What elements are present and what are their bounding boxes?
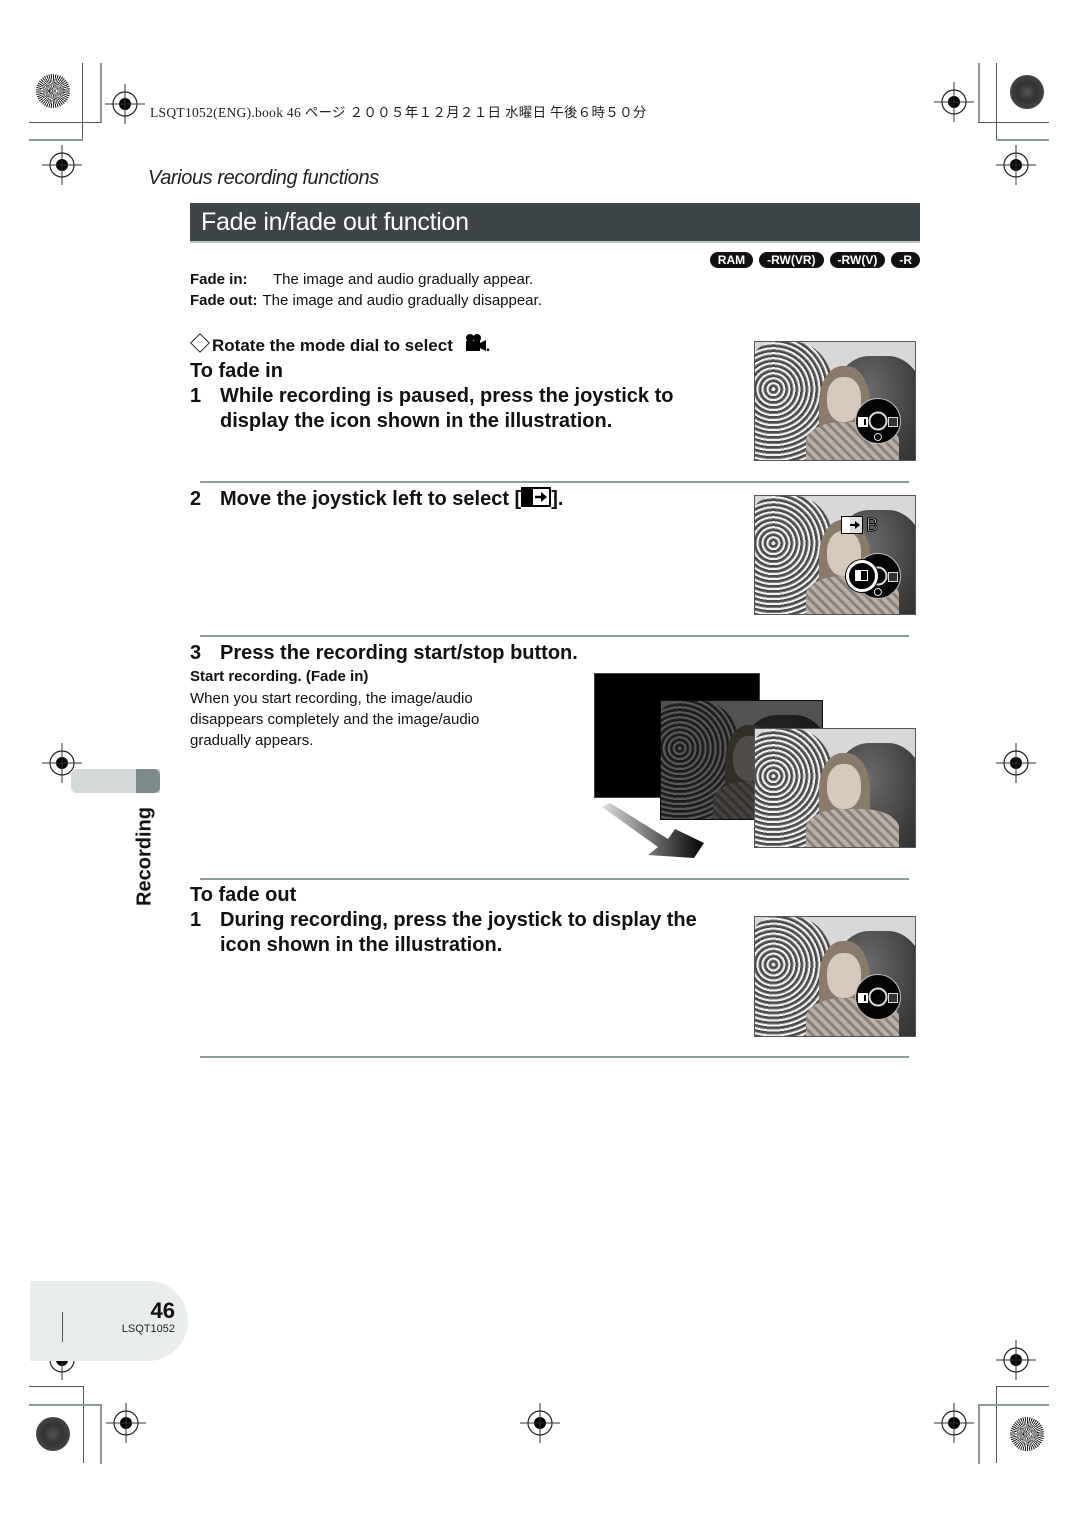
document-code: LSQT1052	[121, 1323, 175, 1335]
crop-mark	[996, 1386, 1049, 1387]
crosshair-icon	[902, 1393, 974, 1463]
selected-fade-highlight	[846, 560, 878, 592]
fade-in-step-1: 1 While recording is paused, press the j…	[190, 384, 710, 434]
step-text-end: ].	[551, 488, 564, 510]
period: .	[485, 336, 491, 355]
registration-target-icon	[36, 1417, 70, 1451]
crop-mark	[82, 63, 83, 140]
title-bar: Fade in/fade out function	[190, 203, 920, 243]
definition-text: The image and audio gradually appear.	[273, 271, 534, 288]
crop-mark	[100, 63, 102, 123]
arrow-icon	[602, 803, 704, 858]
crosshair-icon	[105, 64, 145, 134]
crop-mark	[29, 1386, 83, 1387]
definition-fade-in: Fade in: The image and audio gradually ap…	[190, 271, 533, 288]
registration-target-icon	[1010, 75, 1044, 109]
mode-instruction-text: Rotate the mode dial to select	[212, 336, 453, 355]
separator	[200, 481, 909, 483]
fade-indicator-icon	[841, 516, 863, 534]
registration-target-icon	[36, 74, 70, 108]
fade-out-heading: To fade out	[190, 884, 297, 906]
video-camera-icon	[464, 333, 486, 351]
crop-mark	[978, 1404, 1049, 1406]
badge-rw-v: -RW(V)	[829, 252, 886, 268]
separator	[200, 878, 909, 880]
separator	[200, 1056, 909, 1058]
crop-mark	[978, 122, 1049, 123]
crop-mark	[29, 122, 101, 123]
fade-select-icon	[521, 487, 552, 507]
fade-out-step-1: 1 During recording, press the joystick t…	[190, 908, 730, 958]
illustration-dial-menu-fade-out	[754, 916, 916, 1037]
crosshair-icon	[996, 713, 1051, 813]
crop-mark	[100, 1404, 102, 1464]
crop-mark	[29, 139, 83, 141]
print-header: LSQT1052(ENG).book 46 ページ ２００５年１２月２１日 水曜…	[150, 105, 647, 120]
step-number: 3	[190, 642, 202, 664]
crosshair-icon	[894, 62, 974, 132]
step-text: During recording, press the joystick to …	[220, 909, 697, 956]
crop-mark	[62, 1312, 63, 1342]
page-number: 46	[150, 1298, 175, 1323]
diamond-icon	[190, 333, 210, 353]
fade-indicator: B	[841, 514, 879, 535]
step-text: Move the joystick left to select [	[220, 488, 522, 510]
section-category: Various recording functions	[148, 167, 379, 189]
disc-type-badges: RAM -RW(VR) -RW(V) -R	[709, 252, 920, 268]
crop-mark	[83, 1386, 84, 1463]
joystick-dial-icon	[855, 398, 901, 444]
illustration-dial-menu	[754, 341, 916, 461]
crosshair-icon	[981, 125, 1051, 215]
crop-mark	[996, 139, 1049, 141]
crosshair-icon	[27, 125, 97, 215]
side-tab-accent	[136, 769, 160, 793]
badge-ram: RAM	[709, 252, 754, 268]
crop-mark	[996, 63, 997, 140]
crop-mark	[978, 1404, 980, 1464]
crosshair-icon	[981, 1310, 1051, 1390]
crop-mark	[996, 1386, 997, 1463]
illustration-fade-selected: B	[754, 495, 916, 615]
note-text: When you start recording, the image/audi…	[190, 690, 480, 749]
definition-text: The image and audio gradually disappear.	[262, 292, 542, 309]
step-number: 1	[190, 385, 202, 407]
crop-mark	[978, 63, 980, 123]
fade-indicator-label: B	[865, 514, 879, 535]
chapter-label: Recording	[133, 807, 156, 906]
definition-fade-out: Fade out: The image and audio gradually d…	[190, 292, 542, 309]
step-text: Press the recording start/stop button.	[220, 642, 578, 664]
mode-instruction: Rotate the mode dial to select .	[190, 333, 490, 356]
step-number: 2	[190, 488, 202, 510]
crosshair-icon	[106, 1393, 178, 1463]
fade-sequence-illustration	[594, 673, 919, 863]
note-title: Start recording. (Fade in)	[190, 668, 369, 685]
definition-term: Fade in:	[190, 271, 248, 288]
crop-mark	[29, 1404, 101, 1406]
step-number: 1	[190, 909, 202, 931]
registration-target-icon	[1010, 1417, 1044, 1451]
fade-in-step-3: 3 Press the recording start/stop button.	[190, 641, 710, 666]
frame-full	[754, 728, 916, 848]
separator	[200, 635, 909, 637]
step-text: While recording is paused, press the joy…	[220, 385, 674, 432]
badge-rw-vr: -RW(VR)	[759, 252, 824, 268]
page-title: Fade in/fade out function	[201, 208, 469, 236]
joystick-dial-icon	[855, 974, 901, 1020]
fade-in-step-2: 2 Move the joystick left to select [].	[190, 487, 710, 512]
definition-term: Fade out:	[190, 292, 258, 309]
badge-r: -R	[891, 252, 920, 268]
crosshair-icon	[490, 1393, 590, 1463]
fade-in-heading: To fade in	[190, 360, 283, 382]
